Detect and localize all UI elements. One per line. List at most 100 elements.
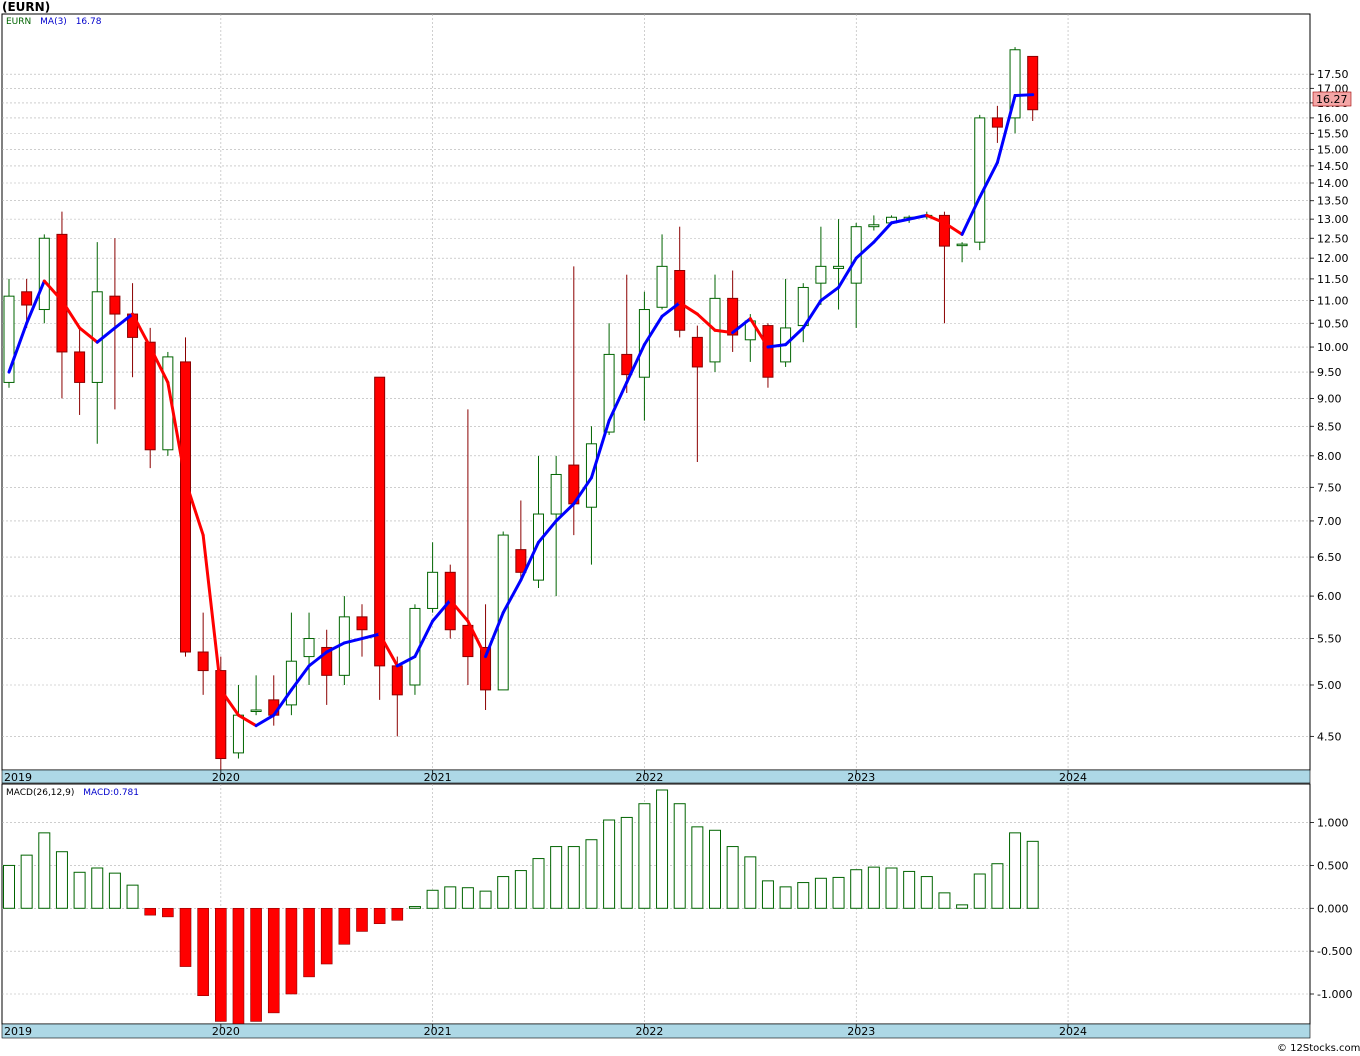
price-tick-label: 14.00 [1317, 177, 1349, 190]
legend-symbol: EURN [6, 17, 31, 27]
macd-bar-positive [956, 904, 969, 909]
price-tick-label: 8.00 [1317, 450, 1342, 463]
price-tick-label: 12.00 [1317, 252, 1349, 265]
macd-bar-negative [215, 907, 227, 1022]
candle-body [197, 651, 209, 672]
price-tick-label: 9.50 [1317, 366, 1342, 379]
price-tick-label: 10.50 [1317, 317, 1349, 330]
price-tick-label: 15.00 [1317, 143, 1349, 156]
macd-bar-negative [373, 907, 386, 925]
macd-bar-positive [779, 886, 792, 909]
candle-body [180, 361, 191, 653]
year-label: 2022 [635, 771, 663, 784]
year-label: 2023 [847, 771, 875, 784]
candle-body [833, 265, 845, 269]
price-y-axis: 4.50 5.00 5.50 6.00 6.50 7.00 7.50 8.00 8.50 9.00… [1310, 68, 1349, 743]
year-label: 2020 [212, 1025, 240, 1038]
macd-bar-positive [1009, 832, 1022, 909]
macd-bar-positive [903, 870, 916, 909]
ma-segment [1013, 93, 1035, 98]
macd-bar-positive [726, 846, 739, 909]
macd-bar-positive [514, 870, 527, 909]
candle-body [56, 233, 68, 353]
macd-tick-label: -0.500 [1317, 945, 1352, 958]
candle-body [427, 571, 439, 609]
candle-body [21, 291, 33, 306]
macd-bar-negative [338, 907, 351, 945]
price-tick-label: 7.50 [1317, 481, 1342, 494]
candle-down [215, 656, 227, 770]
price-tick-label: 5.50 [1317, 633, 1342, 646]
candle-body [1027, 55, 1039, 111]
candle-body [656, 265, 668, 308]
candle-body [762, 325, 774, 378]
macd-bar-positive [973, 873, 986, 909]
last-price-label: 16.27 [1316, 93, 1348, 106]
footer-credit: © 12Stocks.com [1277, 1043, 1360, 1054]
macd-legend-value: MACD:0.781 [83, 788, 139, 798]
macd-bar-positive [444, 886, 457, 909]
price-tick-label: 13.00 [1317, 213, 1349, 226]
candle-body [144, 341, 156, 451]
macd-bar-positive [673, 803, 686, 909]
candle-body [515, 549, 527, 573]
macd-bar-positive [920, 876, 933, 909]
macd-bar-positive [426, 889, 439, 909]
macd-bar-positive [73, 871, 86, 909]
macd-bar-positive [126, 884, 139, 909]
price-tick-label: 6.00 [1317, 590, 1342, 603]
candle-body [356, 616, 368, 631]
macd-bar-positive [461, 887, 474, 909]
candle-body [374, 376, 386, 667]
candle-body [109, 295, 121, 315]
macd-bar-positive [832, 876, 845, 909]
macd-bar-positive [550, 846, 563, 909]
macd-bar-negative [232, 907, 245, 1025]
macd-bar-negative [144, 907, 156, 916]
price-tick-label: 8.50 [1317, 420, 1342, 433]
macd-bar-positive [709, 829, 721, 909]
macd-bar-positive [91, 867, 104, 909]
year-label: 2020 [212, 771, 240, 784]
macd-bar-positive [850, 869, 863, 909]
macd-bar-positive [3, 864, 15, 909]
candle-down [180, 337, 191, 657]
candle-body [391, 665, 403, 696]
candle-body [91, 291, 103, 383]
macd-bar-positive [797, 882, 810, 909]
macd-bar-positive [744, 856, 757, 909]
macd-bar-positive [991, 863, 1004, 909]
year-label: 2022 [635, 1025, 663, 1038]
year-label: 2021 [424, 1025, 452, 1038]
macd-bar-positive [497, 876, 510, 909]
macd-bar-negative [267, 907, 280, 1014]
macd-bar-positive [867, 866, 880, 909]
macd-bar-positive [55, 851, 68, 909]
macd-bar-positive [761, 880, 774, 909]
eurn-chart: (EURN) 4.50 5.00 5.50 6.00 6.50 7.00 7.50 8.00 8… [1, 0, 1360, 1054]
macd-bar-positive [620, 816, 633, 909]
macd-y-axis: -1.000 -0.500 0.000 0.500 1.000 [1310, 817, 1352, 1001]
price-tick-label: 15.50 [1317, 127, 1349, 140]
macd-bar-positive [479, 890, 492, 909]
candle-body [550, 473, 562, 515]
price-tick-label: 7.00 [1317, 515, 1342, 528]
macd-bar-positive [938, 892, 951, 909]
price-tick-label: 16.00 [1317, 112, 1349, 125]
price-tick-label: 11.50 [1317, 273, 1349, 286]
macd-bar-negative [179, 907, 192, 967]
price-tick-label: 13.50 [1317, 195, 1349, 208]
price-tick-label: 17.50 [1317, 68, 1349, 81]
macd-bar-negative [162, 907, 174, 918]
macd-bar-negative [356, 907, 368, 932]
macd-bar-positive [1026, 840, 1039, 909]
macd-tick-label: -1.000 [1317, 988, 1352, 1001]
macd-bar-negative [320, 907, 333, 965]
candle-body [303, 638, 315, 658]
price-tick-label: 11.00 [1317, 295, 1349, 308]
candle-body [956, 243, 968, 247]
candle-body [232, 714, 244, 754]
macd-bar-positive [20, 854, 33, 909]
candle-body [674, 269, 686, 331]
year-label: 2024 [1059, 771, 1087, 784]
